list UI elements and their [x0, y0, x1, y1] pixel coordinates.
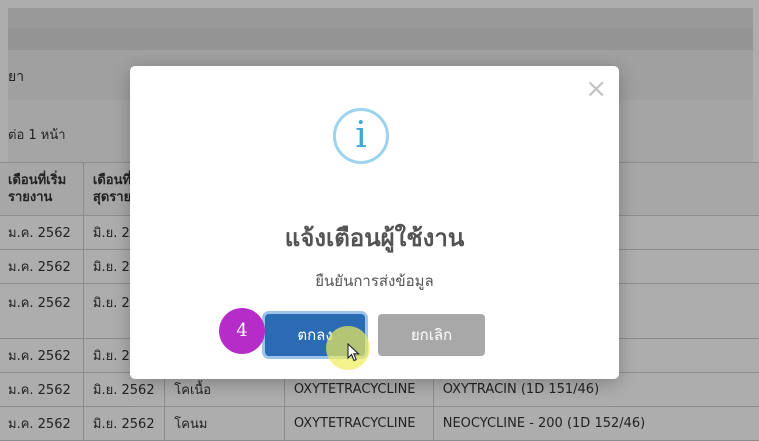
dialog-title: แจ้งเตือนผู้ใช้งาน [284, 224, 465, 252]
cancel-button[interactable]: ยกเลิก [378, 314, 485, 356]
dialog-message: ยืนยันการส่งข้อมูล [315, 272, 434, 290]
step-number-badge: 4 [219, 308, 265, 354]
info-icon: i [333, 108, 389, 164]
info-icon-glyph: i [355, 115, 367, 156]
alert-dialog: × i แจ้งเตือนผู้ใช้งาน ยืนยันการส่งข้อมู… [130, 66, 619, 379]
close-icon[interactable]: × [585, 74, 607, 104]
mouse-pointer-icon [347, 343, 360, 362]
